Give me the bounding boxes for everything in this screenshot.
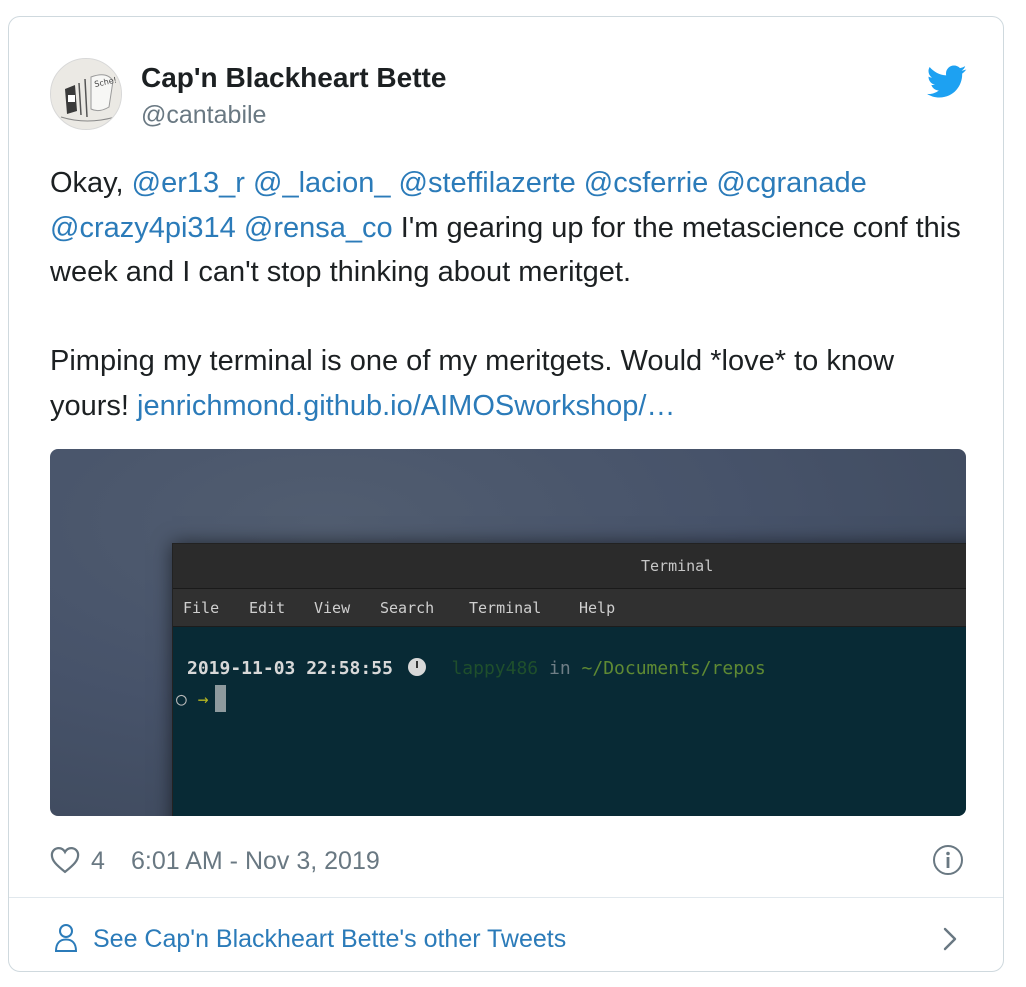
see-other-tweets-link[interactable]: See Cap'n Blackheart Bette's other Tweet…: [50, 919, 970, 959]
tweet-paragraph-1: Okay, @er13_r @_lacion_ @steffilazerte @…: [50, 161, 970, 295]
terminal-menu-help: Help: [579, 599, 616, 617]
avatar[interactable]: Sche!: [50, 58, 122, 130]
terminal-menu-terminal: Terminal: [469, 599, 542, 617]
tweet-link[interactable]: jenrichmond.github.io/AIMOSworkshop/…: [137, 390, 675, 422]
divider: [9, 897, 1003, 898]
like-count[interactable]: 4: [91, 847, 105, 876]
mention-crazy4pi314[interactable]: @crazy4pi314: [50, 212, 236, 244]
person-icon: [54, 924, 78, 952]
terminal-path: ~/Documents/repos: [581, 658, 766, 679]
clock-icon: [407, 658, 426, 676]
author-handle[interactable]: @cantabile: [141, 101, 266, 130]
tweet-paragraph-2: Pimping my terminal is one of my meritge…: [50, 339, 970, 428]
mention-lacion[interactable]: @_lacion_: [253, 167, 390, 199]
tweet-footer: 4 6:01 AM - Nov 3, 2019: [50, 844, 970, 878]
terminal-menu-search: Search: [380, 599, 435, 617]
mention-steffilazerte[interactable]: @steffilazerte: [399, 167, 576, 199]
terminal-menubar: File Edit View Search Terminal Help: [173, 589, 966, 627]
terminal-menu-file: File: [183, 599, 220, 617]
terminal-title: Terminal: [641, 557, 714, 575]
tweet-timestamp[interactable]: 6:01 AM - Nov 3, 2019: [131, 847, 380, 876]
mention-rensa-co[interactable]: @rensa_co: [244, 212, 393, 244]
tweet-card: Sche! Cap'n Blackheart Bette @cantabile …: [8, 16, 1004, 972]
mention-er13-r[interactable]: @er13_r: [132, 167, 245, 199]
tweet-intro: Okay,: [50, 167, 124, 199]
terminal-cursor: [214, 685, 226, 712]
terminal-menu-view: View: [314, 599, 351, 617]
terminal-titlebar: Terminal: [173, 544, 966, 589]
terminal-menu-edit: Edit: [249, 599, 286, 617]
mention-csferrie[interactable]: @csferrie: [584, 167, 709, 199]
terminal-timestamp: 2019-11-03 22:58:55: [187, 658, 393, 679]
terminal-window: Terminal File Edit View Search Terminal …: [172, 543, 966, 816]
prompt-arrow: →: [197, 689, 209, 710]
prompt-circle: ○: [176, 689, 187, 710]
chevron-right-icon[interactable]: [939, 924, 961, 954]
tweet-media-image[interactable]: Terminal File Edit View Search Terminal …: [50, 449, 966, 816]
tweet-text: Okay, @er13_r @_lacion_ @steffilazerte @…: [50, 161, 970, 428]
avatar-image: Sche!: [51, 59, 121, 129]
author-name[interactable]: Cap'n Blackheart Bette: [141, 62, 446, 94]
info-icon[interactable]: [932, 844, 964, 876]
see-other-tweets-label[interactable]: See Cap'n Blackheart Bette's other Tweet…: [93, 925, 566, 954]
terminal-host: lappy486: [451, 658, 539, 679]
heart-icon[interactable]: [50, 846, 80, 874]
mention-cgranade[interactable]: @cgranade: [716, 167, 866, 199]
terminal-input-line: ○ →: [176, 685, 226, 712]
terminal-prompt-line: 2019-11-03 22:58:55 lappy486 in ~/Docume…: [187, 658, 766, 679]
terminal-in-word: in: [548, 658, 571, 679]
twitter-bird-icon[interactable]: [927, 65, 967, 99]
